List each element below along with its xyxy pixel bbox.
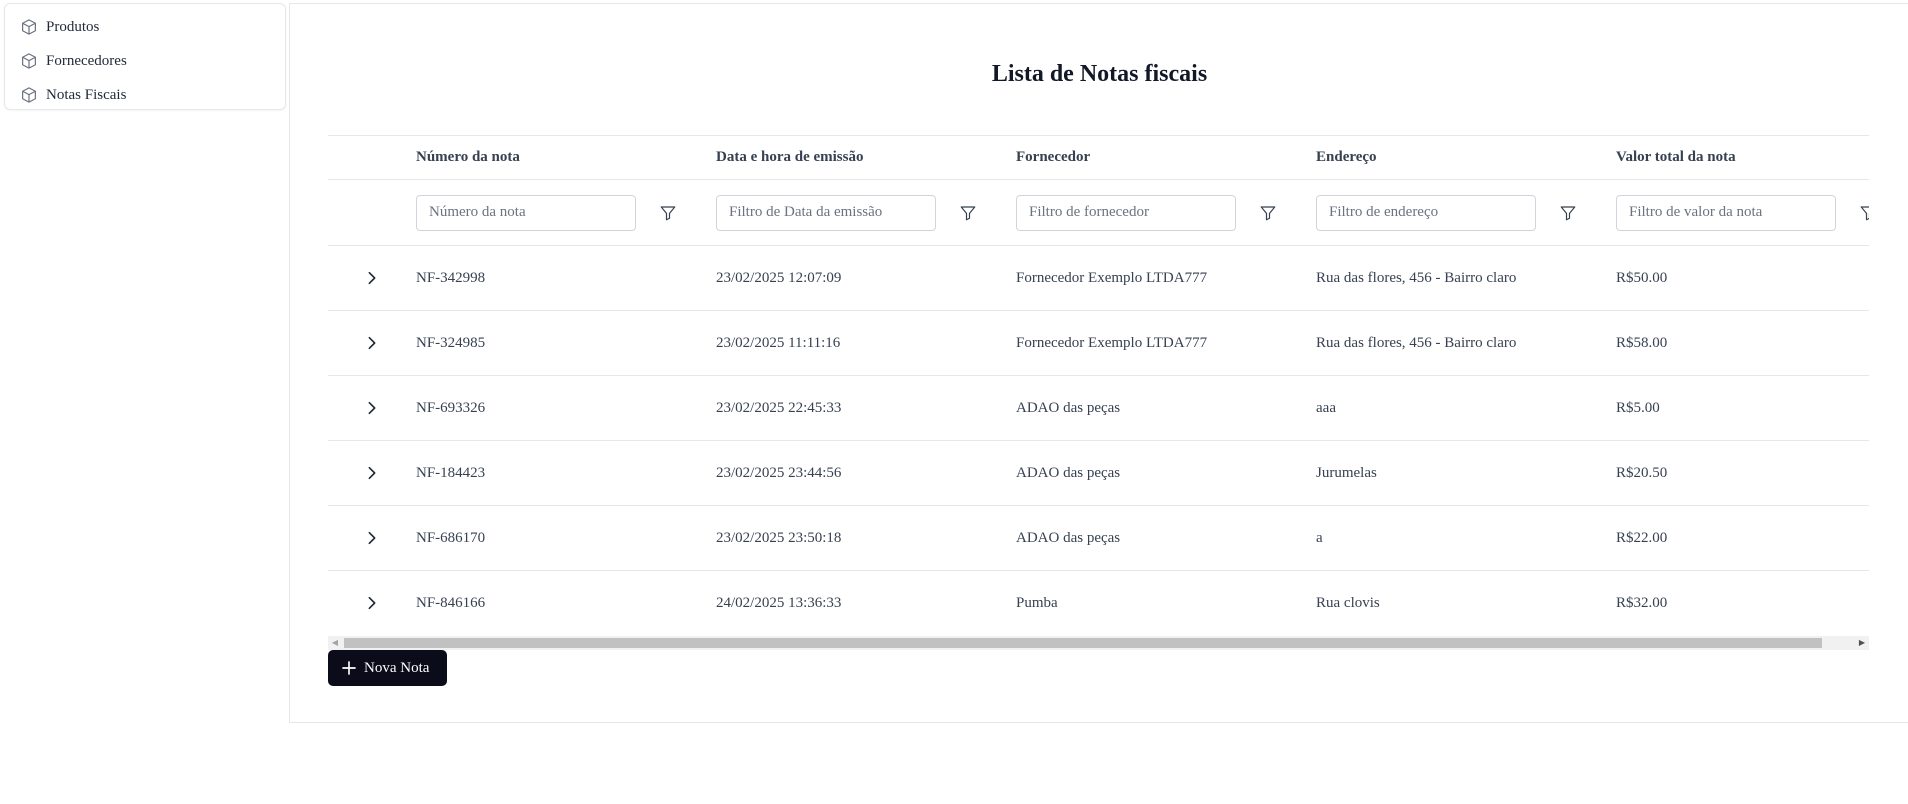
endereco-filter-input[interactable] (1316, 194, 1536, 231)
cell-valor: R$22.00 (1616, 529, 1668, 546)
cell-numero: NF-342998 (416, 269, 486, 286)
filter-cell-valor (1616, 180, 1869, 245)
filter-icon[interactable] (1252, 197, 1284, 229)
column-header-data[interactable]: Data e hora de emissão (716, 136, 863, 179)
expand-cell (328, 441, 416, 505)
plus-icon (342, 661, 356, 675)
expand-cell (328, 311, 416, 375)
sidebar-item-fornecedores[interactable]: Fornecedores (5, 44, 285, 78)
chevron-right-icon[interactable] (358, 329, 386, 357)
sidebar-item-notas-fiscais[interactable]: Notas Fiscais (5, 78, 285, 112)
scroll-right-icon[interactable]: ▶ (1855, 636, 1869, 650)
table-filter-row (328, 179, 1869, 245)
filter-icon[interactable] (1552, 197, 1584, 229)
chevron-right-icon[interactable] (358, 524, 386, 552)
chevron-right-icon[interactable] (358, 589, 386, 617)
filter-cell-numero (416, 180, 684, 245)
cell-numero: NF-846166 (416, 594, 486, 611)
cell-valor: R$50.00 (1616, 269, 1668, 286)
column-header-valor[interactable]: Valor total da nota (1616, 136, 1736, 179)
cell-data: 23/02/2025 23:50:18 (716, 529, 842, 546)
column-header-endereco[interactable]: Endereço (1316, 136, 1377, 179)
new-invoice-label: Nova Nota (364, 659, 430, 676)
numero-filter-input[interactable] (416, 194, 636, 231)
expand-cell (328, 571, 416, 635)
chevron-right-icon[interactable] (358, 264, 386, 292)
fornecedor-filter-input[interactable] (1016, 194, 1236, 231)
cell-fornecedor: Fornecedor Exemplo LTDA777 (1016, 334, 1208, 351)
cell-valor: R$5.00 (1616, 399, 1660, 416)
filter-icon[interactable] (652, 197, 684, 229)
cell-endereco: aaa (1316, 399, 1336, 416)
cell-endereco: a (1316, 529, 1323, 546)
cell-valor: R$32.00 (1616, 594, 1668, 611)
cell-data: 23/02/2025 12:07:09 (716, 269, 842, 286)
filter-cell-data (716, 180, 984, 245)
table-row[interactable]: NF-846166 24/02/2025 13:36:33 Pumba Rua … (328, 570, 1869, 635)
cell-numero: NF-686170 (416, 529, 486, 546)
filter-icon[interactable] (952, 197, 984, 229)
cell-fornecedor: ADAO das peças (1016, 529, 1121, 546)
cell-valor: R$20.50 (1616, 464, 1668, 481)
main-panel: Lista de Notas fiscais Número da nota Da… (289, 3, 1908, 723)
cell-fornecedor: Fornecedor Exemplo LTDA777 (1016, 269, 1208, 286)
sidebar-item-label: Produtos (46, 18, 100, 35)
cell-data: 23/02/2025 23:44:56 (716, 464, 842, 481)
cell-numero: NF-324985 (416, 334, 486, 351)
cell-endereco: Rua das flores, 456 - Bairro claro (1316, 334, 1517, 351)
table-row[interactable]: NF-693326 23/02/2025 22:45:33 ADAO das p… (328, 375, 1869, 440)
cell-data: 23/02/2025 22:45:33 (716, 399, 842, 416)
table-row[interactable]: NF-686170 23/02/2025 23:50:18 ADAO das p… (328, 505, 1869, 570)
cell-data: 23/02/2025 11:11:16 (716, 334, 841, 351)
new-invoice-button[interactable]: Nova Nota (328, 650, 447, 686)
table-row[interactable]: NF-342998 23/02/2025 12:07:09 Fornecedor… (328, 245, 1869, 310)
expand-cell (328, 376, 416, 440)
cell-data: 24/02/2025 13:36:33 (716, 594, 842, 611)
cell-endereco: Rua clovis (1316, 594, 1380, 611)
cell-fornecedor: Pumba (1016, 594, 1058, 611)
page-title: Lista de Notas fiscais (991, 61, 1208, 87)
filter-icon[interactable] (1852, 197, 1869, 229)
sidebar-item-produtos[interactable]: Produtos (5, 10, 285, 44)
horizontal-scrollbar[interactable]: ◀ ▶ (328, 636, 1869, 650)
cell-numero: NF-184423 (416, 464, 486, 481)
scrollbar-thumb[interactable] (344, 638, 1822, 648)
box-icon (22, 19, 36, 35)
table-row[interactable]: NF-324985 23/02/2025 11:11:16 Fornecedor… (328, 310, 1869, 375)
chevron-right-icon[interactable] (358, 394, 386, 422)
cell-fornecedor: ADAO das peças (1016, 464, 1121, 481)
expand-cell (328, 506, 416, 570)
column-header-fornecedor[interactable]: Fornecedor (1016, 136, 1090, 179)
cell-endereco: Jurumelas (1316, 464, 1377, 481)
chevron-right-icon[interactable] (358, 459, 386, 487)
column-header-numero[interactable]: Número da nota (416, 136, 520, 179)
cell-fornecedor: ADAO das peças (1016, 399, 1121, 416)
table-row[interactable]: NF-184423 23/02/2025 23:44:56 ADAO das p… (328, 440, 1869, 505)
box-icon (22, 53, 36, 69)
cell-endereco: Rua das flores, 456 - Bairro claro (1316, 269, 1517, 286)
expand-cell (328, 246, 416, 310)
table-header-row: Número da nota Data e hora de emissão Fo… (328, 135, 1869, 179)
data-filter-input[interactable] (716, 194, 936, 231)
box-icon (22, 87, 36, 103)
sidebar-item-label: Fornecedores (46, 52, 127, 69)
valor-filter-input[interactable] (1616, 194, 1836, 231)
expand-column-header (328, 136, 416, 179)
scroll-left-icon[interactable]: ◀ (328, 636, 342, 650)
filter-cell-fornecedor (1016, 180, 1284, 245)
sidebar-item-label: Notas Fiscais (46, 86, 127, 103)
filter-cell-endereco (1316, 180, 1584, 245)
cell-numero: NF-693326 (416, 399, 486, 416)
cell-valor: R$58.00 (1616, 334, 1668, 351)
sidebar: Produtos Fornecedores Notas Fiscais (4, 3, 286, 110)
invoice-table: Número da nota Data e hora de emissão Fo… (328, 132, 1869, 652)
